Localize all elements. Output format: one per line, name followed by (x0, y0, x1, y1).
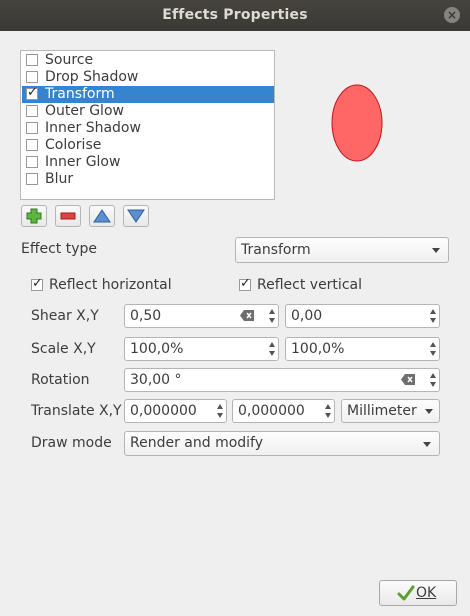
effect-label: Source (45, 52, 94, 68)
clear-icon[interactable] (240, 310, 254, 321)
minus-icon (60, 212, 76, 220)
effect-label: Outer Glow (45, 103, 124, 119)
translate-x-input[interactable]: 0,000000 (124, 399, 227, 423)
effect-list-item[interactable]: Source (22, 52, 274, 69)
effect-label: Inner Shadow (45, 120, 141, 136)
effect-preview (331, 84, 383, 162)
scale-y-input[interactable]: 100,0% (285, 337, 440, 361)
arrow-up-icon (93, 209, 111, 223)
effect-label: Colorise (45, 137, 102, 153)
effect-list-item[interactable]: Inner Glow (22, 154, 274, 171)
effect-label: Inner Glow (45, 154, 121, 170)
translate-label: Translate X,Y (31, 403, 122, 419)
shear-x-input[interactable]: 0,50 (124, 304, 279, 328)
spin-down-icon[interactable] (269, 351, 275, 356)
move-up-button[interactable] (89, 205, 115, 227)
translate-y-input[interactable]: 0,000000 (232, 399, 335, 423)
draw-mode-label: Draw mode (31, 435, 112, 451)
spin-down-icon[interactable] (325, 413, 331, 418)
preview-ellipse (331, 84, 383, 162)
add-effect-button[interactable] (21, 205, 47, 227)
translate-x-value: 0,000000 (130, 403, 197, 419)
effects-list[interactable]: SourceDrop ShadowTransformOuter GlowInne… (20, 50, 275, 200)
spin-up-icon[interactable] (430, 309, 436, 314)
translate-y-value: 0,000000 (238, 403, 305, 419)
title-bar: Effects Properties × (0, 0, 470, 31)
effect-label: Transform (45, 86, 115, 102)
spin-up-icon[interactable] (269, 309, 275, 314)
spin-down-icon[interactable] (217, 413, 223, 418)
spin-up-icon[interactable] (430, 342, 436, 347)
effect-checkbox[interactable] (26, 173, 38, 185)
effect-list-item[interactable]: Blur (22, 171, 274, 188)
close-icon[interactable]: × (444, 7, 460, 23)
reflect-vertical-checkbox[interactable] (239, 276, 251, 291)
scale-x-value: 100,0% (130, 341, 184, 357)
shear-y-value: 0,00 (291, 308, 323, 324)
reflect-horizontal-label: Reflect horizontal (49, 277, 172, 293)
effect-checkbox[interactable] (26, 54, 38, 66)
reflect-horizontal-checkbox[interactable] (31, 276, 43, 291)
chevron-down-icon (425, 409, 433, 414)
chevron-down-icon (423, 442, 431, 447)
spin-down-icon[interactable] (269, 318, 275, 323)
effect-type-label: Effect type (21, 241, 98, 257)
effect-list-item[interactable]: Transform (22, 85, 274, 103)
spin-down-icon[interactable] (430, 351, 436, 356)
effect-checkbox[interactable] (26, 85, 38, 100)
effect-label: Blur (45, 171, 74, 187)
effect-type-select[interactable]: Transform (235, 237, 449, 263)
translate-unit-select[interactable]: Millimeter (341, 399, 440, 423)
ok-button[interactable]: OK (379, 580, 457, 606)
chevron-down-icon (432, 248, 440, 253)
effect-label: Drop Shadow (45, 69, 139, 85)
shear-y-input[interactable]: 0,00 (285, 304, 440, 328)
ok-label: OK (416, 585, 437, 601)
effect-checkbox[interactable] (26, 105, 38, 117)
scale-x-input[interactable]: 100,0% (124, 337, 279, 361)
remove-effect-button[interactable] (55, 205, 81, 227)
checkmark-icon (397, 585, 415, 601)
plus-icon (26, 208, 42, 224)
spin-up-icon[interactable] (269, 342, 275, 347)
spin-up-icon[interactable] (430, 373, 436, 378)
effect-list-item[interactable]: Drop Shadow (22, 69, 274, 86)
scale-y-value: 100,0% (291, 341, 345, 357)
clear-icon[interactable] (401, 374, 415, 385)
effect-type-value: Transform (241, 242, 311, 258)
effect-list-item[interactable]: Colorise (22, 137, 274, 154)
spin-up-icon[interactable] (325, 404, 331, 409)
effect-checkbox[interactable] (26, 122, 38, 134)
shear-label: Shear X,Y (31, 308, 99, 324)
shear-x-value: 0,50 (130, 308, 162, 324)
scale-label: Scale X,Y (31, 341, 96, 357)
spin-up-icon[interactable] (217, 404, 223, 409)
effect-list-item[interactable]: Inner Shadow (22, 120, 274, 137)
draw-mode-select[interactable]: Render and modify (124, 431, 440, 456)
rotation-value: 30,00 ° (130, 372, 182, 388)
effect-checkbox[interactable] (26, 139, 38, 151)
arrow-down-icon (127, 209, 145, 223)
spin-down-icon[interactable] (430, 382, 436, 387)
move-down-button[interactable] (123, 205, 149, 227)
rotation-input[interactable]: 30,00 ° (124, 368, 440, 392)
window-title: Effects Properties (162, 7, 308, 23)
translate-unit-value: Millimeter (347, 403, 417, 419)
effect-list-item[interactable]: Outer Glow (22, 103, 274, 120)
rotation-label: Rotation (31, 372, 90, 388)
draw-mode-value: Render and modify (130, 435, 264, 451)
spin-down-icon[interactable] (430, 318, 436, 323)
effect-checkbox[interactable] (26, 156, 38, 168)
effect-checkbox[interactable] (26, 71, 38, 83)
reflect-vertical-label: Reflect vertical (257, 277, 362, 293)
